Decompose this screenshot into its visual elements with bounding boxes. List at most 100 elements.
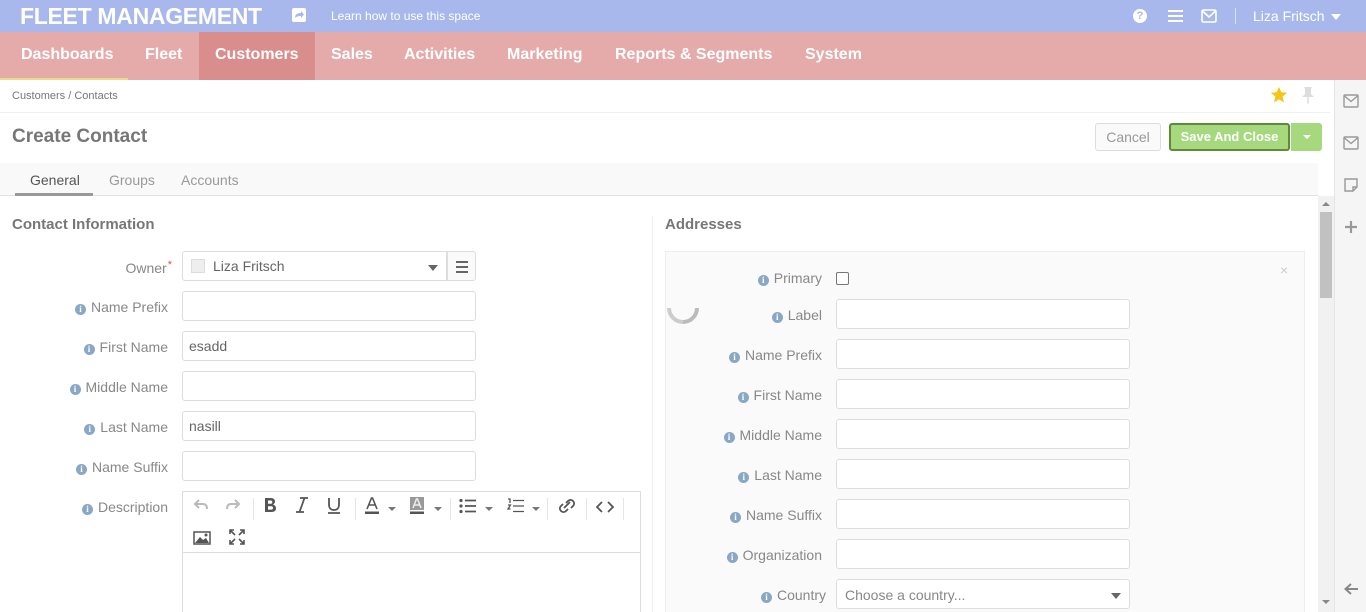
cancel-button[interactable]: Cancel [1095,123,1161,151]
primary-label-text: Primary [773,270,822,286]
save-options-dropdown[interactable] [1291,123,1322,151]
first-name-label-text: First Name [99,339,168,355]
info-icon[interactable]: i [738,472,750,483]
info-icon[interactable]: i [730,512,741,523]
middle-name-input[interactable] [182,371,476,401]
nav-marketing[interactable]: Marketing [491,32,599,80]
nav-customers[interactable]: Customers [199,32,315,80]
breadcrumb[interactable]: Customers / Contacts [12,90,118,102]
image-icon[interactable] [193,530,211,550]
note-icon[interactable] [1343,177,1359,193]
info-icon[interactable]: i [737,392,749,403]
nav-system[interactable]: System [789,32,878,80]
scrollbar-thumb[interactable] [1320,212,1332,298]
main-nav: Dashboards Fleet Customers Sales Activit… [0,32,1366,80]
list-icon-bar [456,266,468,268]
address-first-name-input[interactable] [836,379,1130,409]
code-icon[interactable] [595,499,615,519]
nav-activities[interactable]: Activities [388,32,491,80]
last-name-label: i Last Name [20,419,168,435]
pin-icon[interactable] [1300,86,1316,107]
email-compose-icon[interactable] [1343,136,1359,152]
name-prefix-label-text: Name Prefix [90,299,168,315]
info-icon[interactable]: i [81,504,93,515]
info-icon[interactable]: i [76,464,87,475]
arrow-left-icon[interactable] [1343,582,1359,598]
redo-icon[interactable] [225,497,241,518]
info-icon[interactable]: i [74,304,86,315]
address-name-prefix-input[interactable] [836,339,1130,369]
middle-name-label-text: Middle Name [85,379,168,395]
right-sidebar [1334,80,1366,612]
chevron-down-icon[interactable] [532,507,540,511]
info-icon[interactable]: i [757,275,769,286]
font-color-icon[interactable] [364,497,380,520]
info-icon[interactable]: i [726,552,738,563]
user-menu[interactable]: Liza Fritsch [1253,8,1341,24]
underline-icon[interactable] [327,497,341,519]
scroll-down-arrow[interactable] [1322,600,1330,604]
info-icon[interactable]: i [84,424,96,435]
active-tab-indicator [15,193,93,196]
chevron-down-icon[interactable] [485,507,493,511]
info-icon[interactable]: i [728,352,740,363]
owner-list-button[interactable] [447,251,476,281]
italic-icon[interactable] [295,497,309,518]
share-icon[interactable] [292,8,306,22]
address-last-name-input[interactable] [836,459,1130,489]
bullet-list-icon[interactable] [459,498,477,519]
menu-icon[interactable] [1168,10,1184,26]
primary-checkbox[interactable] [836,272,849,285]
last-name-input[interactable] [182,411,476,441]
tab-general[interactable]: General [30,172,80,188]
save-and-close-button[interactable]: Save And Close [1169,123,1290,151]
nav-dashboards[interactable]: Dashboards [5,32,129,80]
scroll-up-arrow[interactable] [1322,202,1330,206]
chevron-down-icon[interactable] [434,507,442,511]
star-icon[interactable] [1270,86,1288,107]
name-suffix-input[interactable] [182,451,476,481]
info-icon[interactable]: i [723,432,735,443]
link-icon[interactable] [558,498,576,519]
learn-link[interactable]: Learn how to use this space [331,9,480,23]
fullscreen-icon[interactable] [229,529,245,550]
nav-reports-segments[interactable]: Reports & Segments [599,32,788,80]
nav-indicator [0,78,128,80]
help-icon[interactable]: ? [1133,9,1147,23]
bold-icon[interactable] [263,497,277,518]
description-label: i Description [20,499,168,515]
chevron-down-icon[interactable] [388,507,396,511]
avatar [191,259,205,273]
nav-fleet[interactable]: Fleet [129,32,198,80]
tab-groups[interactable]: Groups [109,172,155,188]
owner-select[interactable]: Liza Fritsch [182,251,447,281]
brand-logo[interactable]: FLEET MANAGEMENT [20,3,262,30]
address-middle-name-input[interactable] [836,419,1130,449]
chevron-down-icon [1111,593,1121,599]
info-icon[interactable]: i [771,312,783,323]
address-name-suffix-input[interactable] [836,499,1130,529]
divider [1235,8,1236,24]
address-label-label: i Label [700,307,822,323]
email-icon[interactable] [1343,94,1359,110]
info-icon[interactable]: i [760,592,772,603]
close-icon[interactable]: × [1280,262,1288,278]
address-label-input[interactable] [836,299,1130,329]
header-separator [0,112,1330,113]
tab-accounts[interactable]: Accounts [181,172,239,188]
mail-icon[interactable] [1201,9,1217,25]
country-select[interactable]: Choose a country... [836,579,1130,609]
plus-icon[interactable] [1343,219,1359,235]
address-name-suffix-label: i Name Suffix [680,507,822,523]
name-prefix-input[interactable] [182,291,476,321]
nav-sales[interactable]: Sales [315,32,389,80]
undo-icon[interactable] [193,497,209,518]
toolbar-separator [253,498,254,520]
info-icon[interactable]: i [69,384,81,395]
first-name-input[interactable] [182,331,476,361]
description-editor [182,491,641,612]
highlight-color-icon[interactable] [409,497,425,520]
numbered-list-icon[interactable] [506,498,525,519]
info-icon[interactable]: i [83,344,95,355]
organization-input[interactable] [836,539,1130,569]
